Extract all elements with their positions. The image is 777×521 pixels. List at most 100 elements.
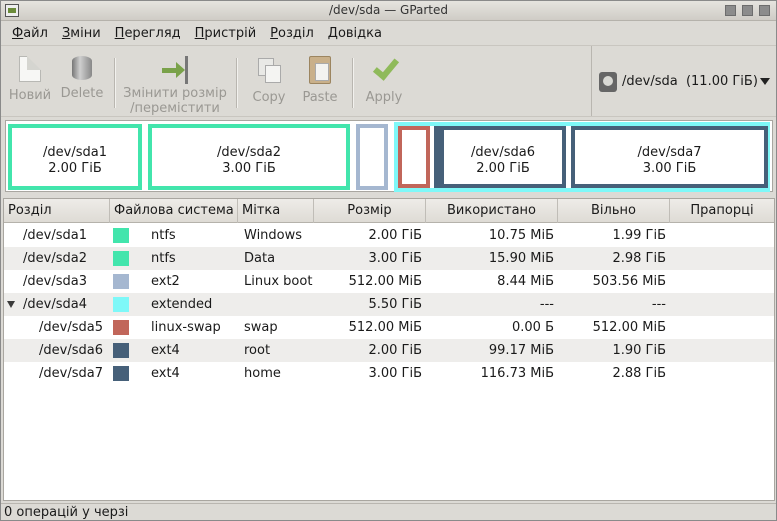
- table-row[interactable]: /dev/sda7 ext4 home 3.00 ГіБ 116.73 МіБ 2.88 …: [4, 362, 774, 385]
- minimize-button[interactable]: [725, 5, 736, 16]
- size-cell: 2.00 ГіБ: [368, 228, 422, 243]
- partition-name-cell: /dev/sda7: [39, 366, 103, 381]
- menu-device[interactable]: Пристрій: [188, 26, 264, 41]
- device-selector[interactable]: /dev/sda (11.00 ГіБ): [591, 46, 776, 116]
- map-partition-name: /dev/sda6: [471, 145, 535, 160]
- free-cell: 503.56 МіБ: [592, 274, 666, 289]
- table-row[interactable]: /dev/sda6 ext4 root 2.00 ГіБ 99.17 МіБ 1.90 Г…: [4, 339, 774, 362]
- menu-file[interactable]: Файл: [5, 26, 55, 41]
- column-flags[interactable]: Прапорці: [670, 199, 774, 223]
- menu-help[interactable]: Довідка: [321, 26, 389, 41]
- copy-button[interactable]: Copy: [247, 52, 291, 114]
- size-cell: 3.00 ГіБ: [368, 366, 422, 381]
- table-row[interactable]: /dev/sda5 linux-swap swap 512.00 МіБ 0.00 Б 5…: [4, 316, 774, 339]
- new-document-icon: [19, 56, 41, 82]
- partition-name-cell: /dev/sda6: [39, 343, 103, 358]
- label-cell: swap: [244, 320, 278, 335]
- used-cell: 0.00 Б: [512, 320, 554, 335]
- expander-arrow-icon[interactable]: [7, 301, 15, 308]
- map-partition-size: 3.00 ГіБ: [642, 161, 697, 176]
- free-cell: 512.00 МіБ: [592, 320, 666, 335]
- used-cell: 8.44 МіБ: [497, 274, 554, 289]
- maximize-button[interactable]: [742, 5, 753, 16]
- title-bar[interactable]: /dev/sda — GParted: [1, 1, 776, 21]
- column-used[interactable]: Використано: [426, 199, 558, 223]
- filesystem-cell: linux-swap: [151, 320, 221, 335]
- resize-move-label-line2: /перемістити: [130, 101, 220, 116]
- filesystem-color-swatch: [113, 320, 129, 335]
- size-cell: 512.00 МіБ: [348, 320, 422, 335]
- toolbar-separator: [114, 58, 115, 108]
- filesystem-cell: ntfs: [151, 228, 176, 243]
- map-partition-name: /dev/sda1: [43, 145, 107, 160]
- partition-name-cell: /dev/sda5: [39, 320, 103, 335]
- filesystem-color-swatch: [113, 343, 129, 358]
- toolbar-separator: [352, 58, 353, 108]
- used-cell: 10.75 МіБ: [488, 228, 554, 243]
- table-row[interactable]: /dev/sda4 extended 5.50 ГіБ --- ---: [4, 293, 774, 316]
- column-free[interactable]: Вільно: [558, 199, 670, 223]
- new-button-label: Новий: [8, 88, 52, 103]
- column-label[interactable]: Мітка: [238, 199, 314, 223]
- filesystem-color-swatch: [113, 251, 129, 266]
- toolbar-separator: [236, 58, 237, 108]
- column-filesystem[interactable]: Файлова система: [110, 199, 238, 223]
- window-title: /dev/sda — GParted: [328, 3, 449, 17]
- map-partition-size: 2.00 ГіБ: [476, 161, 530, 176]
- apply-button-label: Apply: [365, 90, 403, 105]
- map-partition-sda2[interactable]: /dev/sda2 3.00 ГіБ: [148, 124, 350, 190]
- harddisk-icon: [599, 72, 617, 92]
- new-button[interactable]: Новий: [7, 52, 53, 114]
- filesystem-color-swatch: [113, 274, 129, 289]
- partition-name-cell: /dev/sda4: [23, 297, 87, 312]
- delete-icon: [72, 56, 92, 80]
- checkmark-icon: [371, 56, 397, 84]
- menu-edit[interactable]: Зміни: [55, 26, 108, 41]
- filesystem-cell: ext4: [151, 343, 180, 358]
- close-button[interactable]: [759, 5, 770, 16]
- label-cell: Linux boot: [244, 274, 313, 289]
- partition-name-cell: /dev/sda2: [23, 251, 87, 266]
- size-cell: 3.00 ГіБ: [368, 251, 422, 266]
- delete-button[interactable]: Delete: [57, 52, 107, 114]
- partition-name-cell: /dev/sda3: [23, 274, 87, 289]
- label-cell: Data: [244, 251, 276, 266]
- device-label: /dev/sda (11.00 ГіБ): [622, 74, 758, 89]
- status-bar: 0 операцій у черзі: [1, 503, 776, 521]
- size-cell: 512.00 МіБ: [348, 274, 422, 289]
- resize-move-button[interactable]: Змінити розмір /перемістити: [121, 52, 229, 116]
- map-partition-sda1[interactable]: /dev/sda1 2.00 ГіБ: [8, 124, 142, 190]
- used-cell: 99.17 МіБ: [488, 343, 554, 358]
- dropdown-arrow-icon: [760, 78, 770, 85]
- map-partition-sda3[interactable]: [356, 124, 388, 190]
- map-partition-name: /dev/sda2: [217, 145, 281, 160]
- column-partition[interactable]: Розділ: [4, 199, 110, 223]
- menu-view[interactable]: Перегляд: [108, 26, 188, 41]
- free-cell: ---: [651, 297, 666, 312]
- used-cell: 15.90 МіБ: [488, 251, 554, 266]
- table-row[interactable]: /dev/sda3 ext2 Linux boot 512.00 МіБ 8.44 Мі…: [4, 270, 774, 293]
- map-partition-sda7[interactable]: /dev/sda7 3.00 ГіБ: [571, 126, 768, 188]
- paste-button[interactable]: Paste: [298, 52, 342, 114]
- map-partition-sda6[interactable]: /dev/sda6 2.00 ГіБ: [434, 126, 566, 188]
- copy-button-label: Copy: [252, 90, 286, 105]
- filesystem-cell: ext4: [151, 366, 180, 381]
- filesystem-color-swatch: [113, 297, 129, 312]
- column-size[interactable]: Розмір: [314, 199, 426, 223]
- table-row[interactable]: /dev/sda2 ntfs Data 3.00 ГіБ 15.90 МіБ 2.98 Г…: [4, 247, 774, 270]
- free-cell: 1.99 ГіБ: [612, 228, 666, 243]
- used-cell: ---: [539, 297, 554, 312]
- apply-button[interactable]: Apply: [361, 52, 407, 114]
- free-cell: 1.90 ГіБ: [612, 343, 666, 358]
- map-partition-sda5[interactable]: [398, 126, 430, 188]
- toolbar: Новий Delete Змінити розмір /перемістити…: [1, 45, 776, 117]
- copy-icon: [256, 56, 282, 84]
- table-row[interactable]: /dev/sda1 ntfs Windows 2.00 ГіБ 10.75 МіБ 1.9…: [4, 224, 774, 247]
- label-cell: home: [244, 366, 281, 381]
- menu-partition[interactable]: Розділ: [263, 26, 321, 41]
- paste-icon: [309, 56, 331, 84]
- free-cell: 2.98 ГіБ: [612, 251, 666, 266]
- partition-table: Розділ Файлова система Мітка Розмір Вико…: [3, 198, 775, 501]
- paste-button-label: Paste: [302, 90, 338, 105]
- map-partition-size: 2.00 ГіБ: [48, 161, 102, 176]
